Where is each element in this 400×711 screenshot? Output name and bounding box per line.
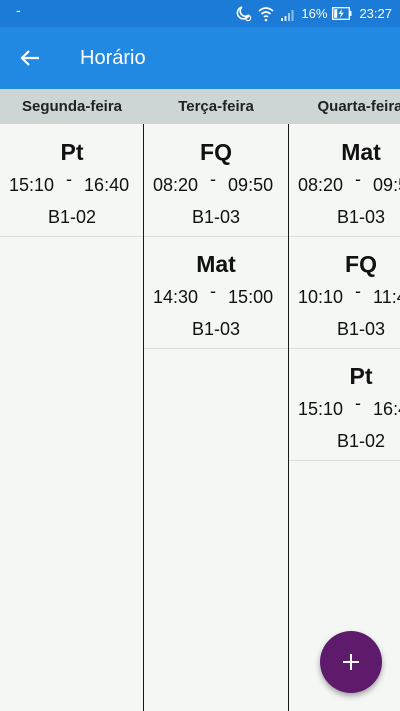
class-end-time: 09:50 (373, 175, 400, 195)
arrow-left-icon[interactable] (18, 46, 42, 70)
wifi-icon (257, 5, 275, 22)
class-subject: FQ (200, 139, 232, 165)
time-separator: - (210, 281, 217, 301)
day-label-wednesday: Quarta-feira (317, 98, 400, 115)
day-label-tuesday: Terça-feira (178, 98, 254, 115)
time-separator: - (355, 169, 362, 189)
class-times: 15:10-16:40 (298, 393, 400, 420)
class-card[interactable]: Pt 15:10-16:40 B1-02 (0, 124, 144, 237)
class-room: B1-03 (336, 319, 386, 339)
class-room: B1-03 (191, 207, 241, 227)
class-card[interactable]: FQ 08:20-09:50 B1-03 (144, 124, 288, 237)
class-start-time: 15:10 (298, 399, 344, 419)
class-room: B1-03 (336, 207, 386, 227)
class-times: 08:20-09:50 (298, 169, 400, 196)
class-times: 14:30-15:00 (153, 281, 274, 308)
class-subject: Mat (341, 139, 381, 165)
class-subject: Mat (196, 251, 236, 277)
class-card[interactable]: Pt 15:10-16:40 B1-02 (289, 348, 400, 461)
class-subject: Pt (60, 139, 84, 165)
class-card[interactable]: FQ 10:10-11:40 B1-03 (289, 236, 400, 349)
time-separator: - (66, 169, 73, 189)
class-end-time: 16:40 (373, 399, 400, 419)
class-end-time: 11:40 (373, 287, 400, 307)
time-separator: - (210, 169, 217, 189)
day-header: Segunda-feira Terça-feira Quarta-feira (0, 89, 400, 124)
day-column-wednesday: Mat 08:20-09:50 B1-03 FQ 10:10-11:40 B1-… (289, 124, 400, 711)
class-end-time: 16:40 (84, 175, 130, 195)
app-bar: Horário (0, 27, 400, 89)
class-start-time: 14:30 (153, 287, 199, 307)
class-start-time: 08:20 (298, 175, 344, 195)
status-time: 23:27 (359, 6, 392, 21)
moon-alarm-icon (234, 5, 252, 22)
plus-icon (343, 654, 359, 670)
status-icons: 16% 23:27 (234, 5, 392, 22)
day-column-monday: Pt 15:10-16:40 B1-02 (0, 124, 144, 711)
class-times: 08:20-09:50 (153, 169, 274, 196)
time-separator: - (355, 393, 362, 413)
class-start-time: 15:10 (9, 175, 55, 195)
class-end-time: 09:50 (228, 175, 274, 195)
class-subject: FQ (345, 251, 377, 277)
day-column-tuesday: FQ 08:20-09:50 B1-03 Mat 14:30-15:00 B1-… (144, 124, 288, 711)
class-room: B1-02 (47, 207, 97, 227)
class-room: B1-02 (336, 431, 386, 451)
battery-percent: 16% (301, 6, 328, 21)
status-indicator: - (16, 2, 21, 18)
status-bar: - 16% 23:27 (0, 0, 400, 27)
class-times: 10:10-11:40 (298, 281, 400, 308)
class-end-time: 15:00 (228, 287, 274, 307)
signal-icon (280, 5, 296, 22)
class-times: 15:10-16:40 (9, 169, 130, 196)
time-separator: - (355, 281, 362, 301)
day-label-monday: Segunda-feira (21, 98, 123, 115)
class-start-time: 08:20 (153, 175, 199, 195)
class-start-time: 10:10 (298, 287, 344, 307)
class-subject: Pt (349, 363, 373, 389)
page-title: Horário (80, 47, 146, 69)
class-card[interactable]: Mat 08:20-09:50 B1-03 (289, 124, 400, 237)
class-room: B1-03 (191, 319, 241, 339)
battery-charging-icon (332, 7, 352, 20)
class-card[interactable]: Mat 14:30-15:00 B1-03 (144, 236, 288, 349)
schedule-grid[interactable]: Pt 15:10-16:40 B1-02 FQ 08:20-09:50 B1-0… (0, 124, 400, 711)
add-class-button[interactable] (320, 631, 382, 693)
